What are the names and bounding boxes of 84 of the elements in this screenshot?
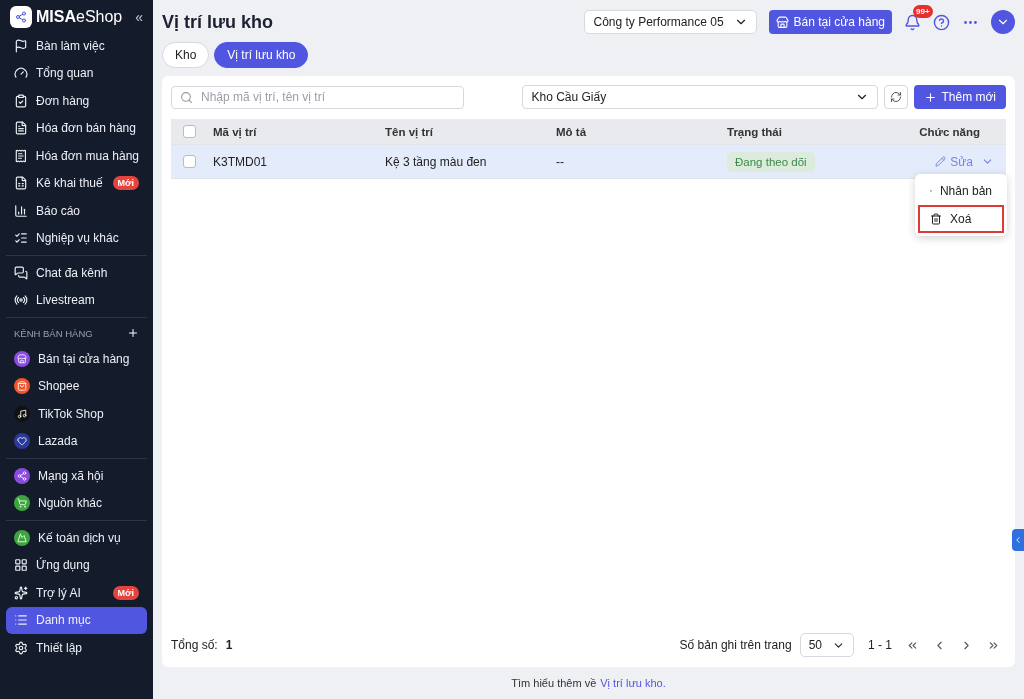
sidebar-item[interactable]: Nguồn khác (6, 489, 147, 517)
sidebar-item[interactable]: Ứng dụng (6, 551, 147, 579)
apps-grid-icon (14, 558, 28, 573)
account-menu-button[interactable] (991, 10, 1015, 34)
tab[interactable]: Vị trí lưu kho (214, 42, 309, 68)
table-cell-text: Kệ 3 tầng màu đen (384, 153, 488, 171)
tax-file-icon (14, 176, 28, 191)
gauge-icon (14, 66, 28, 81)
company-select[interactable]: Công ty Performance 05 (584, 10, 757, 34)
checklist-icon (14, 231, 28, 246)
notification-icon[interactable] (904, 13, 921, 31)
store-sale-button[interactable]: Bán tại cửa hàng (768, 10, 892, 34)
sidebar-item[interactable]: Kế toán dịch vụ (6, 524, 147, 552)
page-size-select[interactable]: 50 (799, 633, 854, 657)
page-size-label: Số bản ghi trên trang (679, 638, 792, 652)
document-icon (14, 121, 28, 136)
sidebar-item[interactable]: Livestream (6, 286, 147, 314)
page-range: 1 - 1 (868, 638, 892, 652)
expand-panel-button[interactable] (1012, 529, 1024, 551)
sidebar-item[interactable]: Shopee (6, 372, 147, 400)
trash-icon (930, 213, 942, 225)
sidebar-item[interactable]: Hóa đơn mua hàng (6, 142, 147, 170)
clipboard-icon (14, 93, 28, 108)
status-tag: Đang theo dõi (727, 151, 815, 172)
sidebar-item[interactable]: Bán tại cửa hàng (6, 345, 147, 373)
plus-icon (924, 90, 938, 104)
table-row[interactable]: K3TMD01 Kệ 3 tầng màu đen -- Đang theo dõi Sửa (171, 145, 1006, 179)
warehouse-select[interactable]: Kho Cầu Giấy (522, 85, 879, 109)
add-new-button[interactable]: Thêm mới (914, 85, 1006, 109)
refresh-icon (890, 91, 903, 103)
sidebar-item[interactable]: Tổng quan (6, 59, 147, 87)
settings-icon (14, 640, 28, 655)
sidebar-item[interactable]: Trợ lý AI Mới (6, 579, 147, 607)
sidebar-item[interactable]: TikTok Shop (6, 400, 147, 428)
search-icon (180, 90, 193, 104)
sidebar-item[interactable]: Kê khai thuế Mới (6, 169, 147, 197)
collapse-sidebar-button[interactable]: « (135, 9, 143, 25)
new-badge: Mới (112, 585, 139, 600)
sidebar-item[interactable]: Mạng xã hội (6, 462, 147, 490)
receipt-icon (14, 148, 28, 163)
column-header: Tên vị trí (384, 124, 434, 141)
total-count: 1 (225, 638, 233, 652)
sidebar-item[interactable]: Lazada (6, 427, 147, 455)
menu-item[interactable]: Xoá (918, 205, 1004, 233)
sidebar-item[interactable]: Nghiệp vụ khác (6, 224, 147, 252)
sidebar-item[interactable]: Báo cáo (6, 197, 147, 225)
sidebar-item[interactable]: Danh mục (6, 606, 147, 634)
brand-name: MISAeShop (36, 8, 124, 26)
help-link[interactable]: Vị trí lưu kho. (600, 677, 666, 689)
total-label: Tổng số: (171, 638, 218, 652)
share-icon (15, 11, 27, 23)
bar-chart-icon (14, 203, 28, 218)
refresh-button[interactable] (884, 85, 909, 109)
chevron-left-icon (1013, 535, 1023, 545)
new-badge: Mới (112, 176, 139, 191)
chat-icon (14, 265, 28, 280)
sparkle-icon (14, 585, 28, 600)
flag-icon (14, 38, 28, 53)
sidebar-item[interactable]: Bàn làm việc (6, 32, 147, 60)
notification-badge: 99+ (913, 4, 933, 18)
column-header: Mã vị trí (212, 124, 258, 141)
column-header: Chức năng (918, 124, 981, 140)
tab[interactable]: Kho (162, 42, 210, 68)
page-title: Vị trí lưu kho (162, 11, 275, 33)
section-title: KÊNH BÁN HÀNG (14, 327, 93, 339)
search-field[interactable]: Nhập mã vị trí, tên vị trí (171, 85, 464, 109)
menu-item[interactable]: Nhân bản (918, 177, 1004, 205)
broadcast-icon (14, 293, 28, 308)
sidebar-item[interactable]: Chat đa kênh (6, 259, 147, 287)
column-header: Mô tả (555, 124, 588, 140)
add-channel-icon[interactable] (127, 327, 139, 339)
help-text: Tìm hiểu thêm về (511, 677, 597, 689)
sidebar-item[interactable]: Hóa đơn bán hàng (6, 114, 147, 142)
sidebar-item[interactable]: Thiết lập (6, 634, 147, 662)
table-cell-text: K3TMD01 (212, 153, 269, 171)
help-icon[interactable] (933, 13, 950, 31)
pencil-icon (935, 156, 947, 167)
list-icon (14, 613, 28, 628)
row-checkbox[interactable] (183, 155, 196, 168)
sidebar-item[interactable]: Đơn hàng (6, 87, 147, 115)
store-icon (775, 15, 789, 29)
select-all-checkbox[interactable] (183, 125, 196, 138)
column-header: Trạng thái (726, 124, 783, 141)
table-cell-text: -- (555, 153, 565, 171)
